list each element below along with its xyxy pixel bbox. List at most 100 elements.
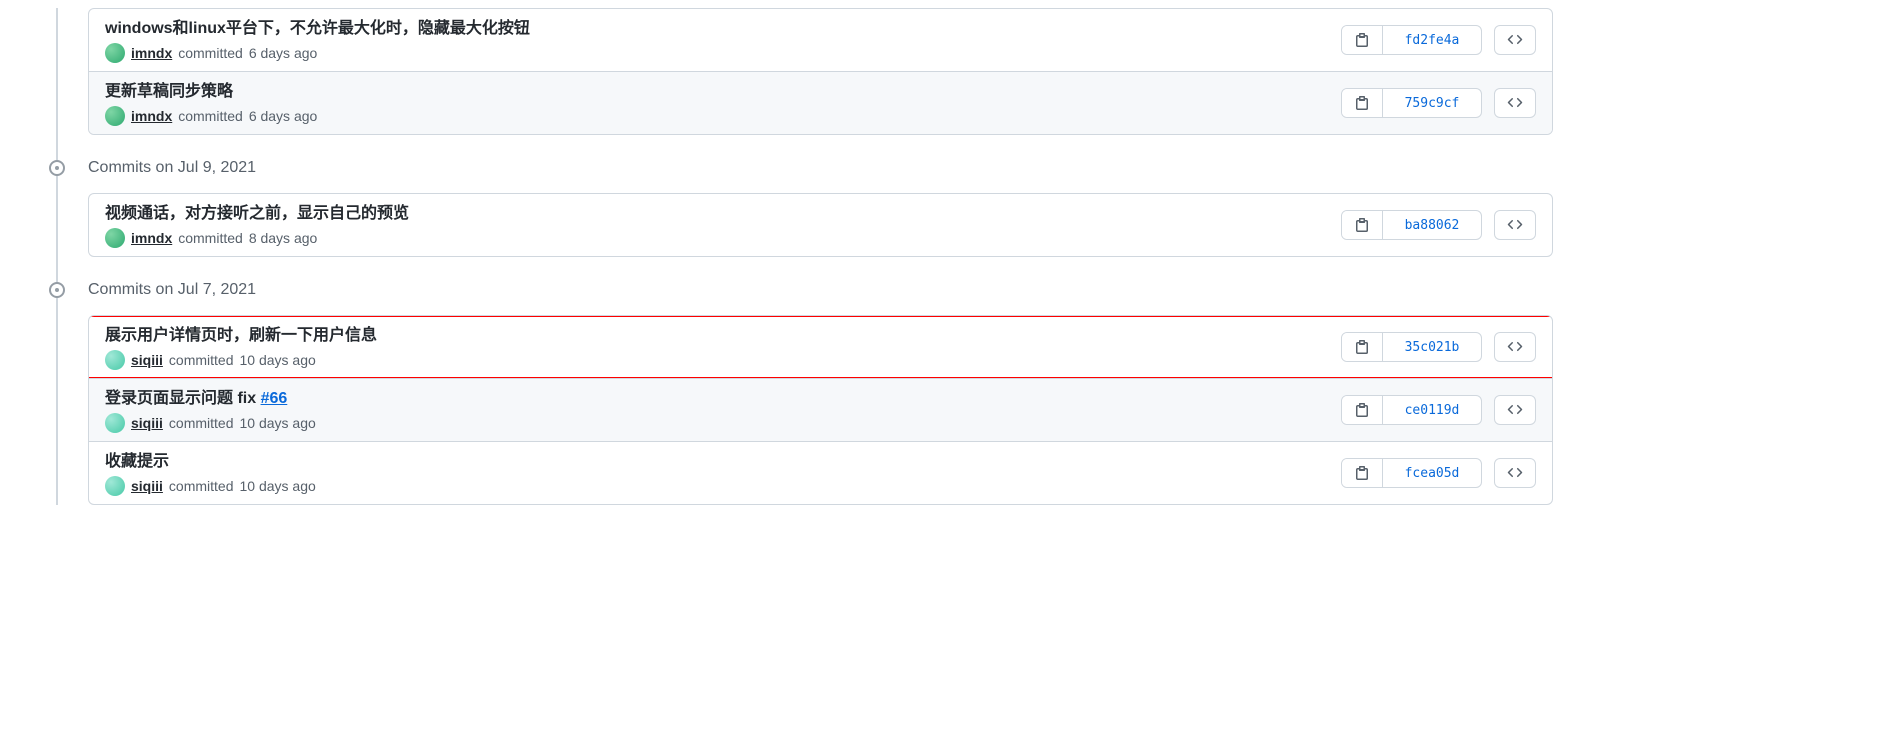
commit-title-text[interactable]: 登录页面显示问题 fix (105, 390, 261, 407)
author-link[interactable]: imndx (131, 230, 172, 246)
commit-group-header: Commits on Jul 7, 2021 (40, 273, 1893, 307)
code-icon (1507, 465, 1523, 481)
commit-row: 登录页面显示问题 fix #66siqiiicommitted10 days a… (89, 378, 1552, 441)
author-link[interactable]: siqiii (131, 415, 163, 431)
commit-title-text[interactable]: 视频通话，对方接听之前，显示自己的预览 (105, 205, 409, 222)
commit-time: 10 days ago (239, 352, 315, 368)
commit-marker-icon (49, 160, 65, 176)
commit-group-date: Commits on Jul 9, 2021 (88, 159, 256, 177)
clipboard-icon (1354, 339, 1370, 355)
avatar[interactable] (105, 413, 125, 433)
commit-time: 10 days ago (239, 478, 315, 494)
commit-meta: imndxcommitted6 days ago (105, 43, 1341, 63)
commit-title-text[interactable]: 展示用户详情页时，刷新一下用户信息 (105, 327, 377, 344)
commit-actions: fcea05d (1341, 458, 1536, 488)
commit-info: 展示用户详情页时，刷新一下用户信息 siqiii committed 10 days … (105, 324, 1341, 370)
author-link[interactable]: siqiii (131, 352, 163, 368)
commit-row: 展示用户详情页时，刷新一下用户信息 siqiii committed 10 days … (89, 316, 1552, 378)
commit-info: windows和linux平台下，不允许最大化时，隐藏最大化按钮 imndxcom… (105, 17, 1341, 63)
commit-title[interactable]: 更新草稿同步策略 (105, 80, 1341, 104)
browse-repo-button[interactable] (1494, 332, 1536, 362)
commit-marker-icon (49, 282, 65, 298)
committed-word: committed (169, 352, 234, 368)
clipboard-icon (1354, 95, 1370, 111)
commit-group-header: Commits on Jul 9, 2021 (40, 151, 1893, 185)
clipboard-icon (1354, 465, 1370, 481)
sha-group: 759c9cf (1341, 88, 1482, 118)
code-icon (1507, 339, 1523, 355)
commit-sha-link[interactable]: 35c021b (1383, 333, 1481, 361)
avatar[interactable] (105, 106, 125, 126)
code-icon (1507, 402, 1523, 418)
commit-actions: ba88062 (1341, 210, 1536, 240)
commit-row: windows和linux平台下，不允许最大化时，隐藏最大化按钮 imndxcom… (89, 9, 1552, 71)
browse-repo-button[interactable] (1494, 458, 1536, 488)
commit-time: 8 days ago (249, 230, 318, 246)
clipboard-icon (1354, 402, 1370, 418)
commit-actions: fd2fe4a (1341, 25, 1536, 55)
commit-title-text[interactable]: windows和linux平台下，不允许最大化时，隐藏最大化按钮 (105, 20, 530, 37)
commit-title[interactable]: 收藏提示 (105, 450, 1341, 474)
commit-info: 收藏提示 siqiii committed 10 days ago (105, 450, 1341, 496)
copy-sha-button[interactable] (1342, 89, 1383, 117)
clipboard-icon (1354, 217, 1370, 233)
commit-meta: siqiii committed 10 days ago (105, 350, 1341, 370)
sha-group: ba88062 (1341, 210, 1482, 240)
commit-info: 登录页面显示问题 fix #66siqiiicommitted10 days a… (105, 387, 1341, 433)
commit-row: 收藏提示 siqiii committed 10 days ago fcea05d (89, 441, 1552, 504)
commit-sha-link[interactable]: ce0119d (1383, 396, 1481, 424)
copy-sha-button[interactable] (1342, 26, 1383, 54)
commit-sha-link[interactable]: ba88062 (1383, 211, 1481, 239)
commit-title[interactable]: 视频通话，对方接听之前，显示自己的预览 (105, 202, 1341, 226)
author-link[interactable]: siqiii (131, 478, 163, 494)
committed-word: committed (169, 478, 234, 494)
copy-sha-button[interactable] (1342, 211, 1383, 239)
sha-group: ce0119d (1341, 395, 1482, 425)
copy-sha-button[interactable] (1342, 396, 1383, 424)
commit-list: 展示用户详情页时，刷新一下用户信息 siqiii committed 10 days … (88, 315, 1553, 505)
commit-list: windows和linux平台下，不允许最大化时，隐藏最大化按钮 imndxcom… (88, 8, 1553, 135)
issue-link[interactable]: #66 (261, 390, 288, 407)
browse-repo-button[interactable] (1494, 88, 1536, 118)
commit-title[interactable]: 登录页面显示问题 fix #66 (105, 387, 1341, 411)
commit-list: 视频通话，对方接听之前，显示自己的预览 imndx committed 8 days … (88, 193, 1553, 257)
author-link[interactable]: imndx (131, 45, 172, 61)
commit-actions: ce0119d (1341, 395, 1536, 425)
commit-sha-link[interactable]: fd2fe4a (1383, 26, 1481, 54)
commit-time: 10 days ago (239, 415, 315, 431)
commit-timeline: windows和linux平台下，不允许最大化时，隐藏最大化按钮imndxcom… (0, 8, 1893, 505)
code-icon (1507, 217, 1523, 233)
commit-actions: 35c021b (1341, 332, 1536, 362)
author-link[interactable]: imndx (131, 108, 172, 124)
commit-meta: imndxcommitted6 days ago (105, 106, 1341, 126)
commit-sha-link[interactable]: 759c9cf (1383, 89, 1481, 117)
avatar[interactable] (105, 350, 125, 370)
avatar[interactable] (105, 476, 125, 496)
commit-time: 6 days ago (249, 45, 318, 61)
code-icon (1507, 32, 1523, 48)
avatar[interactable] (105, 228, 125, 248)
committed-word: committed (178, 230, 243, 246)
code-icon (1507, 95, 1523, 111)
clipboard-icon (1354, 32, 1370, 48)
timeline-line (56, 8, 58, 505)
commit-row: 视频通话，对方接听之前，显示自己的预览 imndx committed 8 days … (89, 194, 1552, 256)
sha-group: fd2fe4a (1341, 25, 1482, 55)
copy-sha-button[interactable] (1342, 459, 1383, 487)
commit-meta: siqiii committed 10 days ago (105, 476, 1341, 496)
browse-repo-button[interactable] (1494, 25, 1536, 55)
browse-repo-button[interactable] (1494, 395, 1536, 425)
commit-info: 更新草稿同步策略 imndxcommitted6 days ago (105, 80, 1341, 126)
commit-sha-link[interactable]: fcea05d (1383, 459, 1481, 487)
commit-meta: siqiiicommitted10 days ago (105, 413, 1341, 433)
commit-info: 视频通话，对方接听之前，显示自己的预览 imndx committed 8 days … (105, 202, 1341, 248)
commit-title[interactable]: 展示用户详情页时，刷新一下用户信息 (105, 324, 1341, 348)
commit-meta: imndx committed 8 days ago (105, 228, 1341, 248)
browse-repo-button[interactable] (1494, 210, 1536, 240)
commit-title-text[interactable]: 收藏提示 (105, 453, 169, 470)
avatar[interactable] (105, 43, 125, 63)
commit-title-text[interactable]: 更新草稿同步策略 (105, 83, 233, 100)
commit-title[interactable]: windows和linux平台下，不允许最大化时，隐藏最大化按钮 (105, 17, 1341, 41)
sha-group: fcea05d (1341, 458, 1482, 488)
copy-sha-button[interactable] (1342, 333, 1383, 361)
